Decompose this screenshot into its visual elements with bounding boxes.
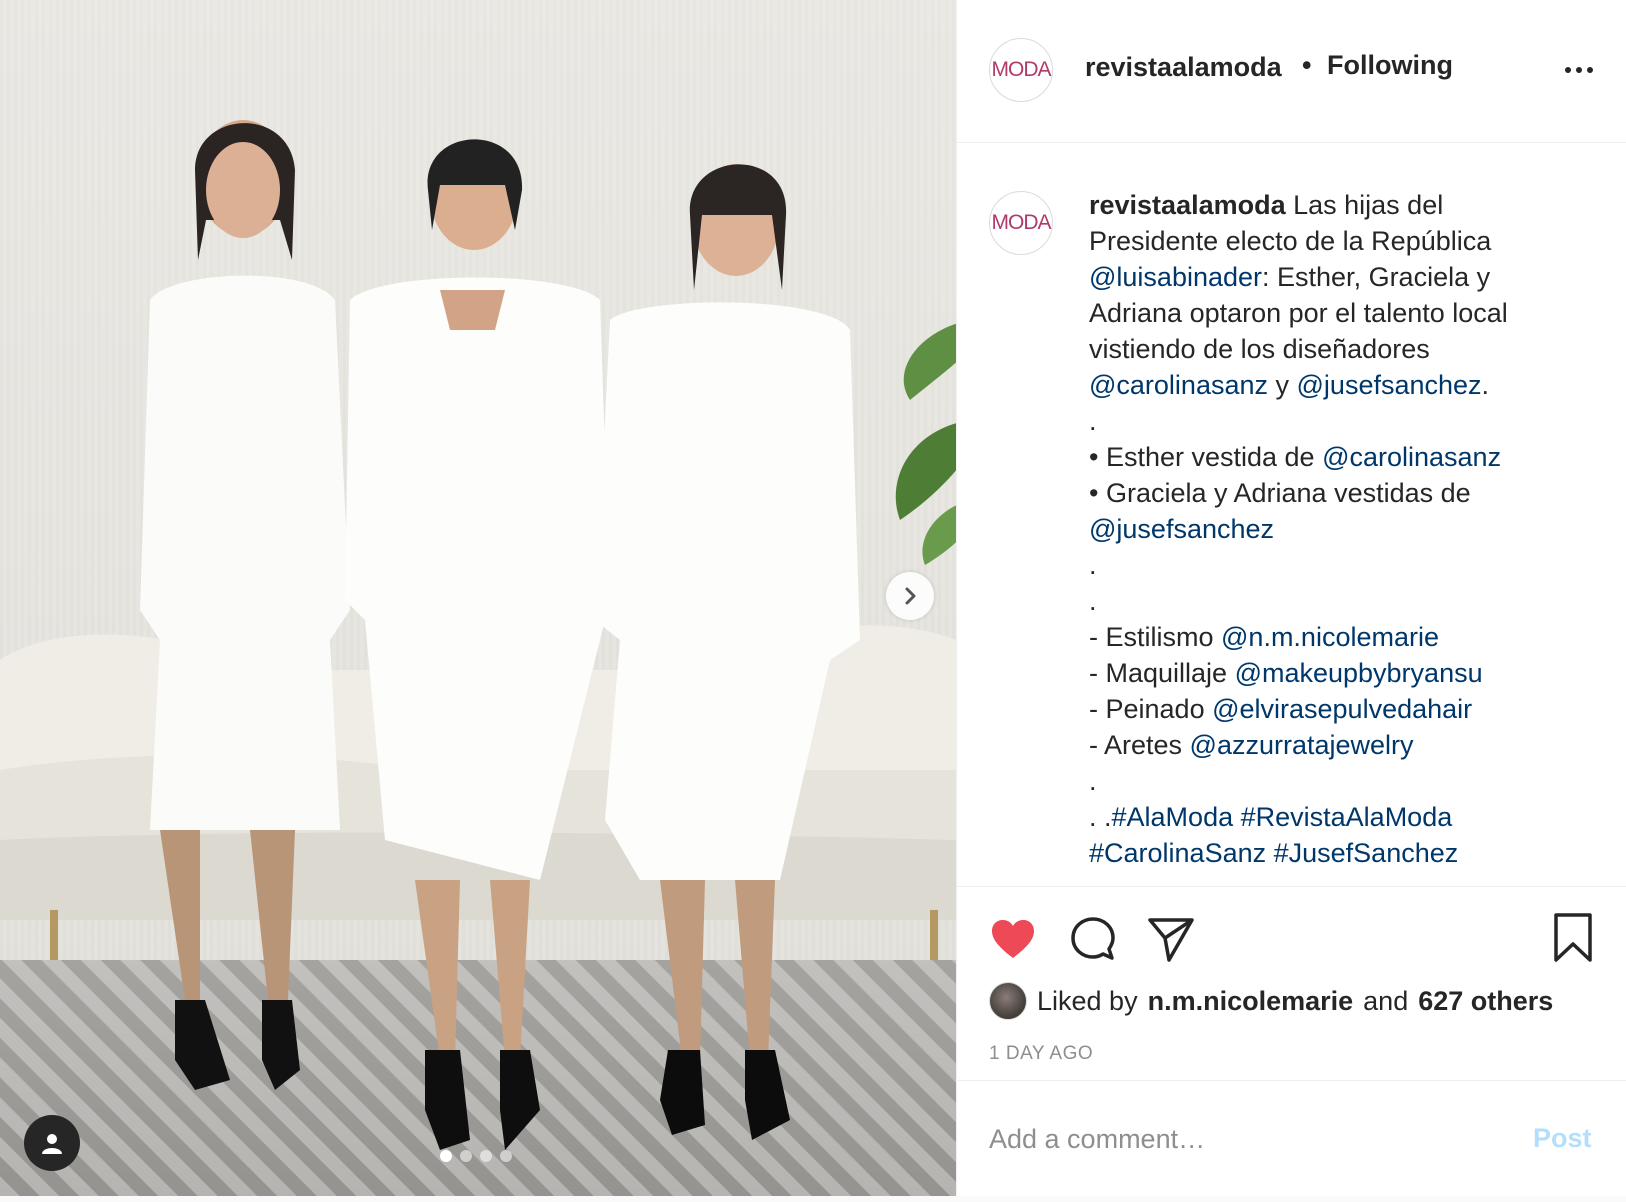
carousel-dot <box>440 1150 452 1162</box>
caption-link[interactable]: @n.m.nicolemarie <box>1221 622 1439 652</box>
post-actions: Liked by n.m.nicolemarie and 627 others … <box>957 886 1626 1080</box>
moda-logo: MODA <box>991 58 1052 81</box>
comment-icon <box>1071 917 1115 960</box>
follow-separator: • <box>1302 50 1312 80</box>
moda-logo: MODA <box>991 211 1052 234</box>
caption-link[interactable]: @jusefsanchez <box>1297 370 1482 400</box>
caption-text-segment <box>1233 802 1241 832</box>
carousel-next-button[interactable] <box>886 572 934 620</box>
post-photo[interactable] <box>0 0 956 1196</box>
caption-link[interactable]: @azzurratajewelry <box>1190 730 1414 760</box>
liked-by-and: and <box>1363 985 1409 1016</box>
caption-text: Las hijas del Presidente electo de la Re… <box>1089 190 1515 868</box>
carousel-indicator <box>440 1150 512 1162</box>
caption-link[interactable]: @jusefsanchez <box>1089 514 1274 544</box>
share-button[interactable] <box>1147 915 1195 963</box>
caption-username[interactable]: revistaalamoda <box>1089 190 1286 220</box>
caption-text-segment: . . . <box>1089 766 1112 832</box>
header-username[interactable]: revistaalamoda <box>1085 52 1282 83</box>
post-caption: revistaalamoda Las hijas del Presidente … <box>1089 187 1559 871</box>
caption-link[interactable]: @elvirasepulvedahair <box>1212 694 1472 724</box>
tagged-users-button[interactable] <box>24 1115 80 1171</box>
comment-input[interactable] <box>989 1117 1509 1161</box>
more-options-button[interactable] <box>1557 50 1601 90</box>
instagram-post: MODA revistaalamoda • Following MODA rev… <box>0 0 1626 1196</box>
caption-link[interactable]: #CarolinaSanz <box>1089 838 1266 868</box>
caption-link[interactable]: @carolinasanz <box>1089 370 1268 400</box>
caption-link[interactable]: #RevistaAlaModa <box>1241 802 1453 832</box>
caption-text-segment: - Peinado <box>1089 694 1205 724</box>
caption-link[interactable]: @carolinasanz <box>1322 442 1501 472</box>
comment-form: Post <box>957 1080 1626 1196</box>
carousel-dot <box>500 1150 512 1162</box>
carousel-dot <box>460 1150 472 1162</box>
user-tag-icon <box>42 1134 62 1154</box>
caption-text-segment <box>1266 838 1274 868</box>
more-horizontal-icon <box>1565 67 1593 73</box>
post-comment-button[interactable]: Post <box>1533 1123 1592 1154</box>
caption-text-segment: . . - Estilismo <box>1089 550 1214 652</box>
save-button[interactable] <box>1551 911 1595 965</box>
post-timestamp[interactable]: 1 DAY AGO <box>989 1043 1093 1065</box>
bookmark-icon <box>1554 913 1592 962</box>
share-icon <box>1148 918 1194 962</box>
heart-filled-icon <box>992 920 1034 958</box>
caption-text-segment: • Graciela y Adriana vestidas de <box>1089 478 1471 508</box>
liker-avatar[interactable] <box>989 982 1027 1020</box>
post-header: MODA revistaalamoda • Following <box>957 0 1626 143</box>
like-button[interactable] <box>989 915 1037 963</box>
post-side-panel: MODA revistaalamoda • Following MODA rev… <box>956 0 1626 1196</box>
caption-link[interactable]: @luisabinader <box>1089 262 1262 292</box>
chevron-right-icon <box>905 587 916 605</box>
following-status[interactable]: Following <box>1327 50 1453 81</box>
caption-text-segment: - Maquillaje <box>1089 658 1228 688</box>
comment-button[interactable] <box>1069 915 1117 963</box>
caption-text-segment: y <box>1268 370 1297 400</box>
caption-link[interactable]: @makeupbybryansu <box>1235 658 1483 688</box>
caption-link[interactable]: #JusefSanchez <box>1274 838 1459 868</box>
liked-by-others[interactable]: 627 others <box>1418 986 1553 1017</box>
caption-link[interactable]: #AlaModa <box>1112 802 1234 832</box>
likes-summary: Liked by n.m.nicolemarie and 627 others <box>989 982 1553 1020</box>
three-women-in-white-dresses <box>140 120 860 1150</box>
liked-by-user[interactable]: n.m.nicolemarie <box>1148 986 1354 1017</box>
liked-by-prefix: Liked by <box>1037 985 1138 1016</box>
caption-avatar[interactable]: MODA <box>989 191 1053 255</box>
profile-avatar[interactable]: MODA <box>989 38 1053 102</box>
caption-text-segment: - Aretes <box>1089 730 1183 760</box>
carousel-dot <box>480 1150 492 1162</box>
caption-section: MODA revistaalamoda Las hijas del Presid… <box>957 143 1626 885</box>
